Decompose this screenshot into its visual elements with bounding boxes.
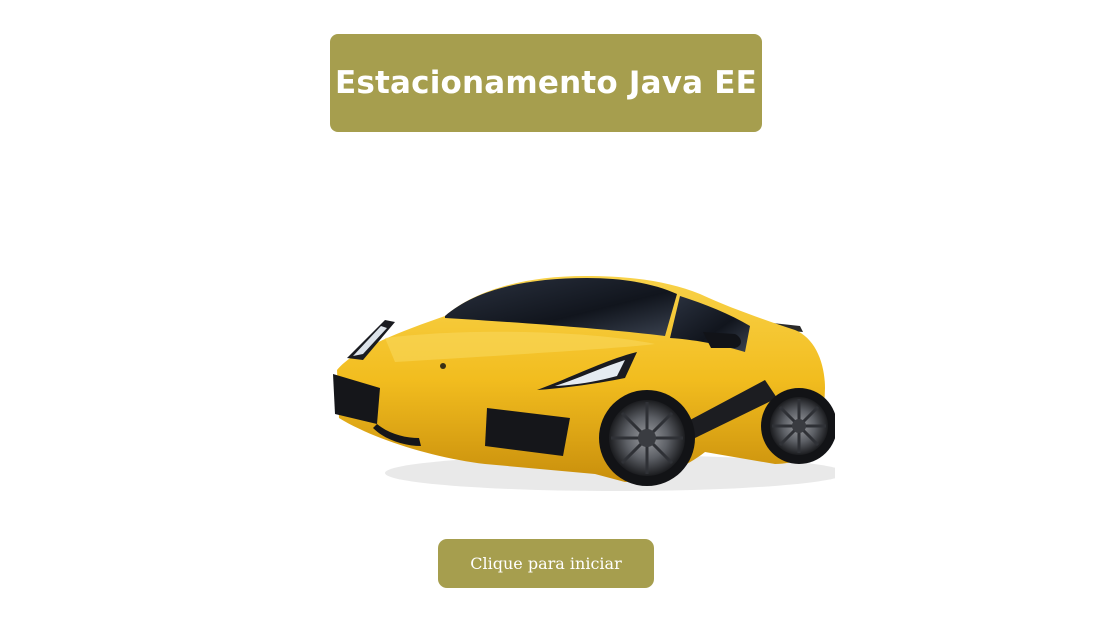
landing-page: Estacionamento Java EE Clique para inici… bbox=[0, 0, 1105, 620]
start-button-label: Clique para iniciar bbox=[470, 554, 622, 573]
car-image bbox=[333, 276, 835, 491]
title-banner: Estacionamento Java EE bbox=[330, 34, 762, 132]
page-title: Estacionamento Java EE bbox=[334, 65, 758, 101]
start-button[interactable]: Clique para iniciar bbox=[438, 539, 654, 588]
